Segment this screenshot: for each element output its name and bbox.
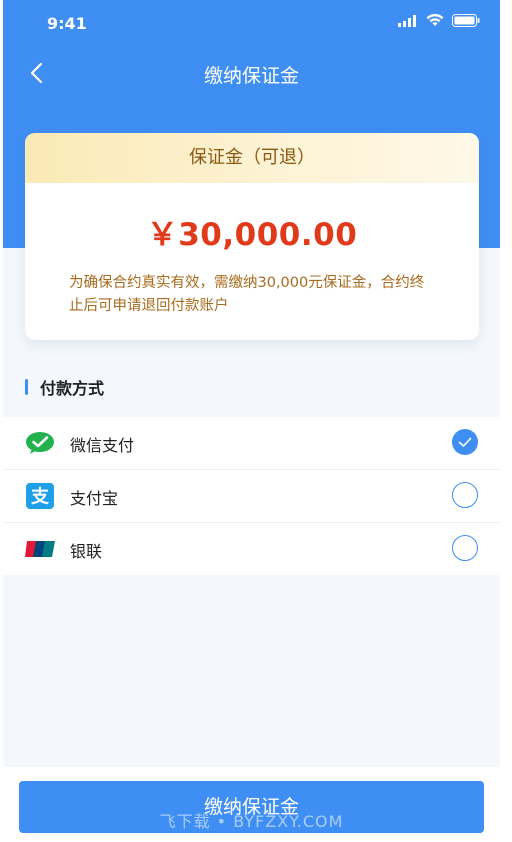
battery-icon xyxy=(452,14,480,27)
payment-option-label: 银联 xyxy=(70,542,103,561)
wifi-icon xyxy=(426,14,444,26)
unionpay-icon xyxy=(25,536,55,562)
deposit-amount: ￥30,000.00 xyxy=(146,217,358,253)
deposit-card-header: 保证金（可退） xyxy=(25,133,479,183)
status-bar: 9:41 xyxy=(3,0,500,44)
deposit-card: 保证金（可退） ￥30,000.00 为确保合约真实有效，需缴纳30,000元保… xyxy=(25,133,479,340)
status-icons xyxy=(398,14,480,27)
page-title: 缴纳保证金 xyxy=(203,65,299,87)
alipay-icon: 支 xyxy=(25,483,55,509)
payment-option-label: 支付宝 xyxy=(70,489,119,508)
payment-section-label: 付款方式 xyxy=(40,379,105,398)
pay-deposit-button[interactable]: 缴纳保证金 xyxy=(19,781,484,833)
check-icon xyxy=(458,437,472,447)
svg-text:支: 支 xyxy=(30,486,50,508)
deposit-description: 为确保合约真实有效，需缴纳30,000元保证金，合约终止后可申请退回付款账户 xyxy=(69,275,425,314)
wechat-pay-icon xyxy=(25,430,55,456)
payment-method-list: 微信支付 支 支付宝 银联 xyxy=(3,417,500,575)
payment-option-wechat[interactable]: 微信支付 xyxy=(3,417,500,469)
radio-unselected[interactable] xyxy=(452,482,478,508)
payment-section-title: 付款方式 xyxy=(25,376,104,398)
bottom-bar: 缴纳保证金 xyxy=(3,767,500,842)
phone-screen: 9:41 缴纳保证金 保证金（可退） ￥30,000.00 为确保合约真实有效，… xyxy=(3,0,500,842)
radio-unselected[interactable] xyxy=(452,535,478,561)
payment-option-label: 微信支付 xyxy=(70,436,135,455)
payment-option-alipay[interactable]: 支 支付宝 xyxy=(3,469,500,522)
status-time: 9:41 xyxy=(47,14,87,33)
nav-bar: 缴纳保证金 xyxy=(3,50,500,96)
section-marker xyxy=(25,379,28,395)
signal-icon xyxy=(398,14,416,27)
radio-selected[interactable] xyxy=(452,429,478,455)
payment-option-unionpay[interactable]: 银联 xyxy=(3,522,500,575)
